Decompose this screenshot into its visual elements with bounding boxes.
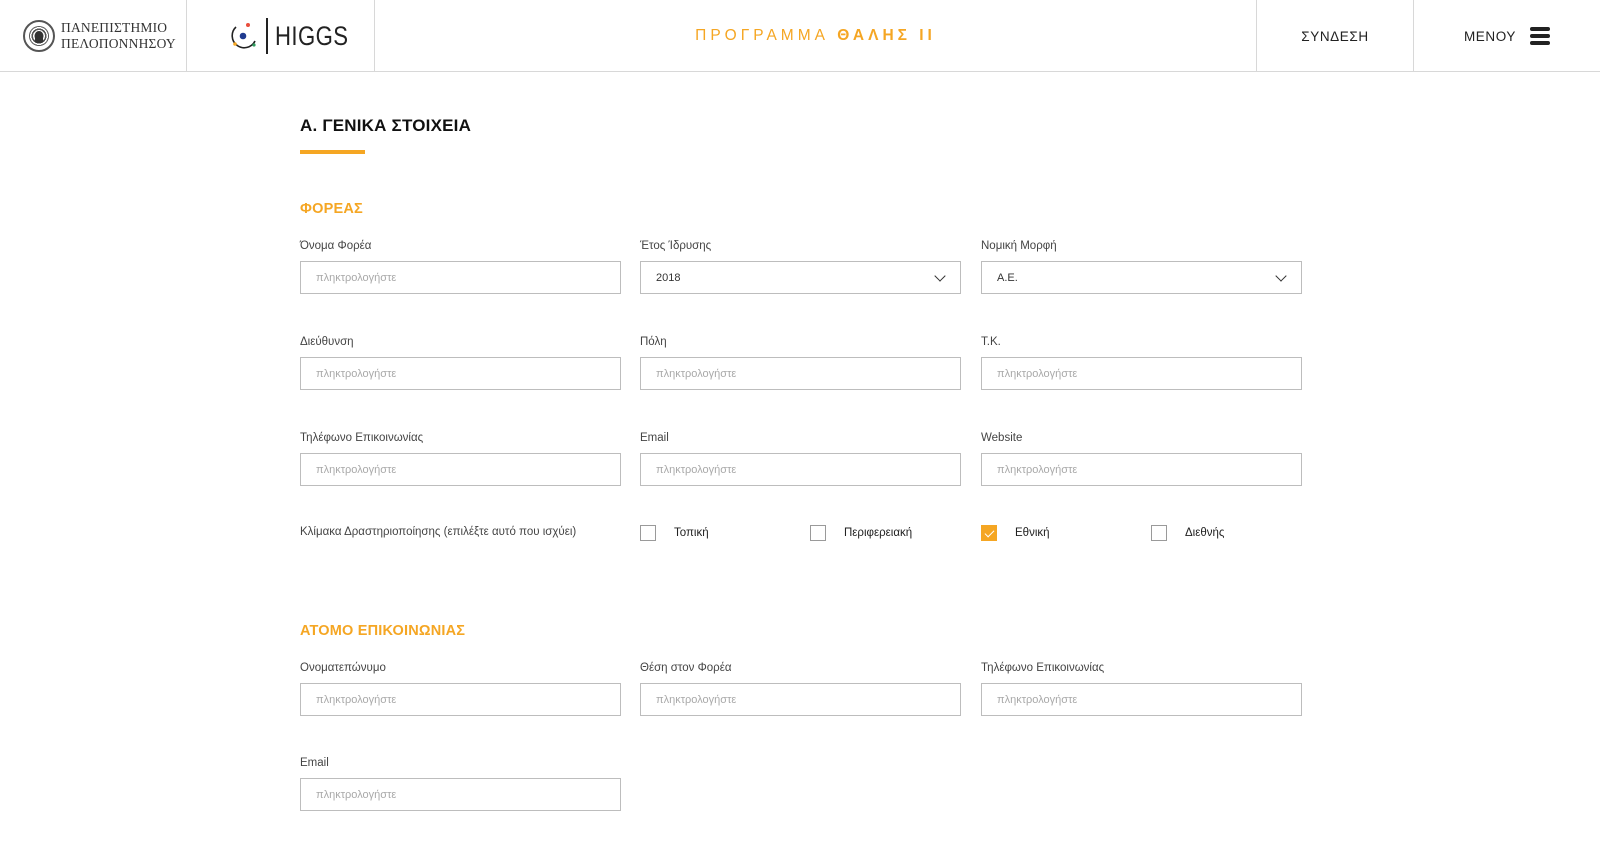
org-email-label: Email: [640, 432, 669, 444]
scale-option-label: Τοπική: [674, 527, 709, 539]
founded-year-select[interactable]: 2018: [640, 261, 961, 294]
legal-form-select[interactable]: Α.Ε.: [981, 261, 1302, 294]
postal-code-label: Τ.Κ.: [981, 336, 1001, 348]
chevron-down-icon: [934, 270, 946, 282]
address-label: Διεύθυνση: [300, 336, 354, 348]
org-name-label: Όνομα Φορέα: [300, 240, 372, 252]
checkbox-regional[interactable]: [810, 525, 826, 541]
university-name: ΠΑΝΕΠΙΣΤΗΜΙΟ ΠΕΛΟΠΟΝΝΗΣΟΥ: [61, 20, 176, 52]
city-input[interactable]: [640, 357, 961, 390]
program-prefix: ΠΡΟΓΡΑΜΜΑ: [695, 27, 829, 44]
menu-button[interactable]: ΜΕΝΟΥ: [1414, 0, 1600, 72]
website-input[interactable]: [981, 453, 1302, 486]
university-name-line2: ΠΕΛΟΠΟΝΝΗΣΟΥ: [61, 36, 176, 51]
scale-option-national[interactable]: Εθνική: [981, 525, 1050, 541]
menu-label: ΜΕΝΟΥ: [1463, 28, 1517, 44]
scale-option-label: Εθνική: [1015, 527, 1050, 539]
section-title: Α. ΓΕΝΙΚΑ ΣΤΟΙΧΕΙΑ: [300, 116, 472, 135]
full-name-label: Ονοματεπώνυμο: [300, 662, 386, 674]
login-button[interactable]: ΣΥΝΔΕΣΗ: [1256, 0, 1414, 72]
contact-email-label: Email: [300, 757, 329, 769]
org-email-input[interactable]: [640, 453, 961, 486]
org-name-field: Όνομα Φορέα: [300, 238, 621, 294]
higgs-wordmark: HIGGS: [275, 20, 349, 51]
checkbox-national[interactable]: [981, 525, 997, 541]
scale-option-label: Διεθνής: [1185, 527, 1225, 539]
website-field: Website: [981, 430, 1302, 486]
chevron-down-icon: [1275, 270, 1287, 282]
position-input[interactable]: [640, 683, 961, 716]
scale-option-local[interactable]: Τοπική: [640, 525, 709, 541]
address-input[interactable]: [300, 357, 621, 390]
contact-phone-label: Τηλέφωνο Επικοινωνίας: [981, 662, 1105, 674]
higgs-atom-icon: [231, 23, 256, 49]
org-name-input[interactable]: [300, 261, 621, 294]
legal-form-field: Νομική Μορφή Α.Ε.: [981, 238, 1302, 294]
address-field: Διεύθυνση: [300, 334, 621, 390]
contact-email-field: Email: [300, 755, 621, 811]
higgs-logo[interactable]: HIGGS: [187, 0, 375, 72]
university-logo[interactable]: ΠΑΝΕΠΙΣΤΗΜΙΟ ΠΕΛΟΠΟΝΝΗΣΟΥ: [0, 0, 187, 72]
founded-year-label: Έτος Ίδρυσης: [640, 240, 712, 252]
position-label: Θέση στον Φορέα: [640, 662, 732, 674]
checkbox-local[interactable]: [640, 525, 656, 541]
postal-code-input[interactable]: [981, 357, 1302, 390]
contact-email-input[interactable]: [300, 778, 621, 811]
site-header: ΠΑΝΕΠΙΣΤΗΜΙΟ ΠΕΛΟΠΟΝΝΗΣΟΥ HIGGS ΠΡΟΓΡΑΜΜ…: [0, 0, 1600, 72]
university-seal-icon: [23, 20, 55, 52]
position-field: Θέση στον Φορέα: [640, 660, 961, 716]
org-phone-label: Τηλέφωνο Επικοινωνίας: [300, 432, 424, 444]
login-label: ΣΥΝΔΕΣΗ: [1301, 28, 1369, 44]
org-phone-input[interactable]: [300, 453, 621, 486]
org-phone-field: Τηλέφωνο Επικοινωνίας: [300, 430, 621, 486]
founded-year-field: Έτος Ίδρυσης 2018: [640, 238, 961, 294]
contact-group-title: ΑΤΟΜΟ ΕΠΙΚΟΙΝΩΝΙΑΣ: [300, 623, 466, 639]
legal-form-value: Α.Ε.: [997, 271, 1018, 284]
website-label: Website: [981, 432, 1023, 444]
founded-year-value: 2018: [656, 271, 681, 284]
section-underline: [300, 150, 365, 154]
full-name-input[interactable]: [300, 683, 621, 716]
contact-phone-input[interactable]: [981, 683, 1302, 716]
scale-option-regional[interactable]: Περιφερειακή: [810, 525, 912, 541]
full-name-field: Ονοματεπώνυμο: [300, 660, 621, 716]
legal-form-label: Νομική Μορφή: [981, 240, 1057, 252]
higgs-divider: [266, 18, 268, 54]
city-label: Πόλη: [640, 336, 667, 348]
hamburger-icon: [1530, 27, 1551, 45]
activity-scale-label: Κλίμακα Δραστηριοποίησης (επιλέξτε αυτό …: [300, 526, 577, 538]
checkbox-international[interactable]: [1151, 525, 1167, 541]
program-title: ΠΡΟΓΡΑΜΜΑ ΘΑΛΗΣ ΙΙ: [375, 0, 1256, 72]
contact-phone-field: Τηλέφωνο Επικοινωνίας: [981, 660, 1302, 716]
org-email-field: Email: [640, 430, 961, 486]
university-name-line1: ΠΑΝΕΠΙΣΤΗΜΙΟ: [61, 20, 168, 35]
postal-code-field: Τ.Κ.: [981, 334, 1302, 390]
program-name: ΘΑΛΗΣ ΙΙ: [837, 27, 936, 44]
organization-group-title: ΦΟΡΕΑΣ: [300, 201, 363, 217]
scale-option-international[interactable]: Διεθνής: [1151, 525, 1224, 541]
scale-option-label: Περιφερειακή: [844, 527, 913, 539]
city-field: Πόλη: [640, 334, 961, 390]
